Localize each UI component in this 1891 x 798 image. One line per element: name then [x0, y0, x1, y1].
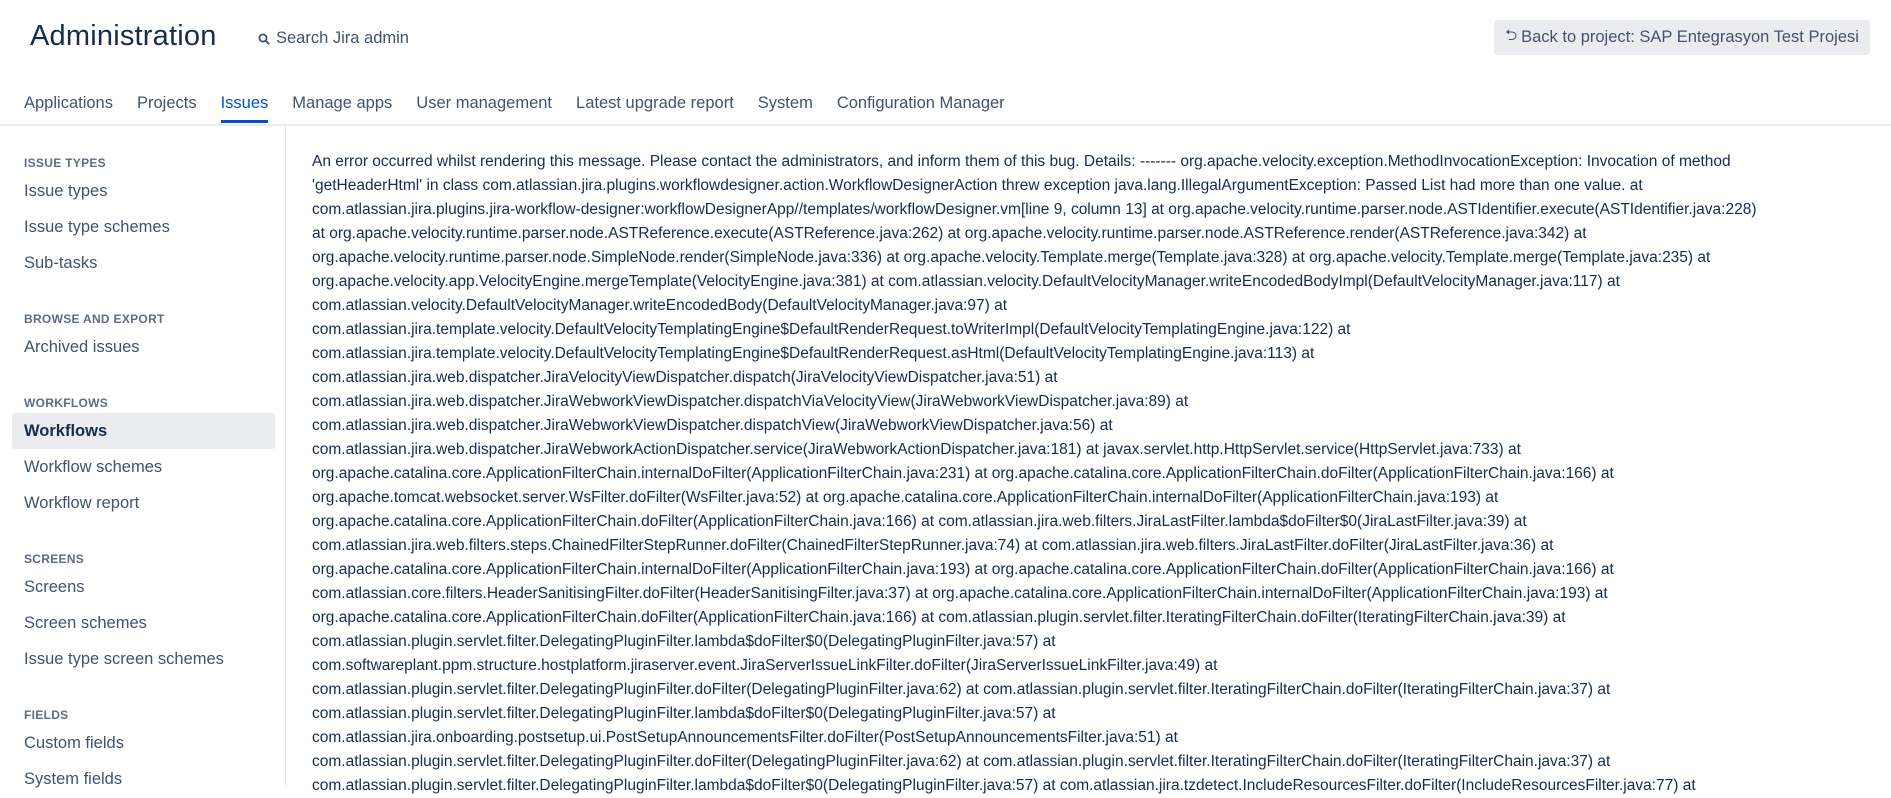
tab-applications[interactable]: Applications [24, 92, 113, 123]
tab-projects[interactable]: Projects [137, 92, 197, 123]
error-line: org.apache.catalina.core.ApplicationFilt… [312, 513, 1527, 530]
error-line: com.atlassian.jira.web.dispatcher.JiraVe… [312, 369, 1058, 386]
error-line: com.atlassian.plugin.servlet.filter.Dele… [312, 633, 1056, 650]
error-line: org.apache.catalina.core.ApplicationFilt… [312, 465, 1614, 482]
back-arrow-icon: ⮌ [1505, 27, 1518, 44]
admin-sidebar: ISSUE TYPES Issue types Issue type schem… [0, 126, 286, 789]
error-line: com.atlassian.jira.web.dispatcher.JiraWe… [312, 393, 1189, 410]
tab-system[interactable]: System [758, 92, 813, 123]
tab-configuration-manager[interactable]: Configuration Manager [837, 92, 1005, 123]
tab-latest-upgrade-report[interactable]: Latest upgrade report [576, 92, 734, 123]
error-line: com.atlassian.plugin.servlet.filter.Dele… [312, 753, 1611, 770]
sidebar-item-issue-type-schemes[interactable]: Issue type schemes [24, 218, 170, 237]
tab-issues[interactable]: Issues [220, 92, 269, 123]
error-line: com.atlassian.jira.web.dispatcher.JiraWe… [312, 441, 1521, 458]
error-line: com.atlassian.jira.web.dispatcher.JiraWe… [312, 417, 1113, 434]
sidebar-item-workflow-schemes[interactable]: Workflow schemes [24, 458, 162, 477]
error-line: com.atlassian.plugin.servlet.filter.Dele… [312, 777, 1696, 794]
sidebar-item-workflows[interactable]: Workflows [12, 413, 275, 449]
tab-user-management[interactable]: User management [416, 92, 552, 123]
sidebar-item-custom-fields[interactable]: Custom fields [24, 734, 124, 753]
error-line: com.atlassian.plugin.servlet.filter.Dele… [312, 705, 1056, 722]
admin-header: Administration Search Jira admin ⮌ Back … [0, 0, 1891, 78]
error-line: com.atlassian.jira.plugins.jira-workflow… [312, 201, 1757, 218]
error-line: org.apache.velocity.app.VelocityEngine.m… [312, 273, 1620, 290]
error-line: com.atlassian.plugin.servlet.filter.Dele… [312, 681, 1611, 698]
error-line: An error occurred whilst rendering this … [312, 153, 1731, 170]
sidebar-heading-issue-types: ISSUE TYPES [24, 156, 106, 170]
sidebar-heading-screens: SCREENS [24, 552, 85, 566]
error-line: org.apache.velocity.runtime.parser.node.… [312, 249, 1711, 266]
sidebar-heading-workflows: WORKFLOWS [24, 396, 109, 410]
search-label: Search Jira admin [276, 29, 409, 47]
sidebar-item-workflow-report[interactable]: Workflow report [24, 494, 139, 513]
sidebar-heading-fields: FIELDS [24, 708, 69, 722]
error-line: com.atlassian.velocity.DefaultVelocityMa… [312, 297, 1008, 314]
admin-tabs: Applications Projects Issues Manage apps… [24, 92, 1029, 125]
error-line: com.softwareplant.ppm.structure.hostplat… [312, 657, 1218, 674]
error-line: at org.apache.velocity.runtime.parser.no… [312, 225, 1587, 242]
error-line: com.atlassian.jira.template.velocity.Def… [312, 345, 1315, 362]
page-title: Administration [30, 20, 217, 52]
sidebar-item-archived-issues[interactable]: Archived issues [24, 338, 140, 357]
error-line: com.atlassian.core.filters.HeaderSanitis… [312, 585, 1608, 602]
tab-manage-apps[interactable]: Manage apps [292, 92, 392, 123]
sidebar-item-screens[interactable]: Screens [24, 578, 85, 597]
error-line: com.atlassian.jira.template.velocity.Def… [312, 321, 1351, 338]
back-to-project-button[interactable]: ⮌ Back to project: SAP Entegrasyon Test … [1494, 20, 1870, 55]
sidebar-item-screen-schemes[interactable]: Screen schemes [24, 614, 147, 633]
error-line: org.apache.catalina.core.ApplicationFilt… [312, 609, 1566, 626]
sidebar-heading-browse-export: BROWSE AND EXPORT [24, 312, 165, 326]
search-icon [258, 33, 270, 45]
error-message: An error occurred whilst rendering this … [312, 150, 1872, 798]
sidebar-item-issue-types[interactable]: Issue types [24, 182, 107, 201]
sidebar-item-system-fields[interactable]: System fields [24, 770, 122, 789]
error-line: 'getHeaderHtml' in class com.atlassian.j… [312, 177, 1643, 194]
back-button-label: Back to project: SAP Entegrasyon Test Pr… [1521, 28, 1859, 46]
sidebar-item-sub-tasks[interactable]: Sub-tasks [24, 254, 97, 273]
error-line: com.atlassian.jira.onboarding.postsetup.… [312, 729, 1178, 746]
error-line: org.apache.tomcat.websocket.server.WsFil… [312, 489, 1499, 506]
sidebar-item-issue-type-screen-schemes[interactable]: Issue type screen schemes [24, 650, 224, 669]
error-line: org.apache.catalina.core.ApplicationFilt… [312, 561, 1614, 578]
error-line: com.atlassian.jira.web.filters.steps.Cha… [312, 537, 1554, 554]
search-admin[interactable]: Search Jira admin [258, 29, 409, 48]
